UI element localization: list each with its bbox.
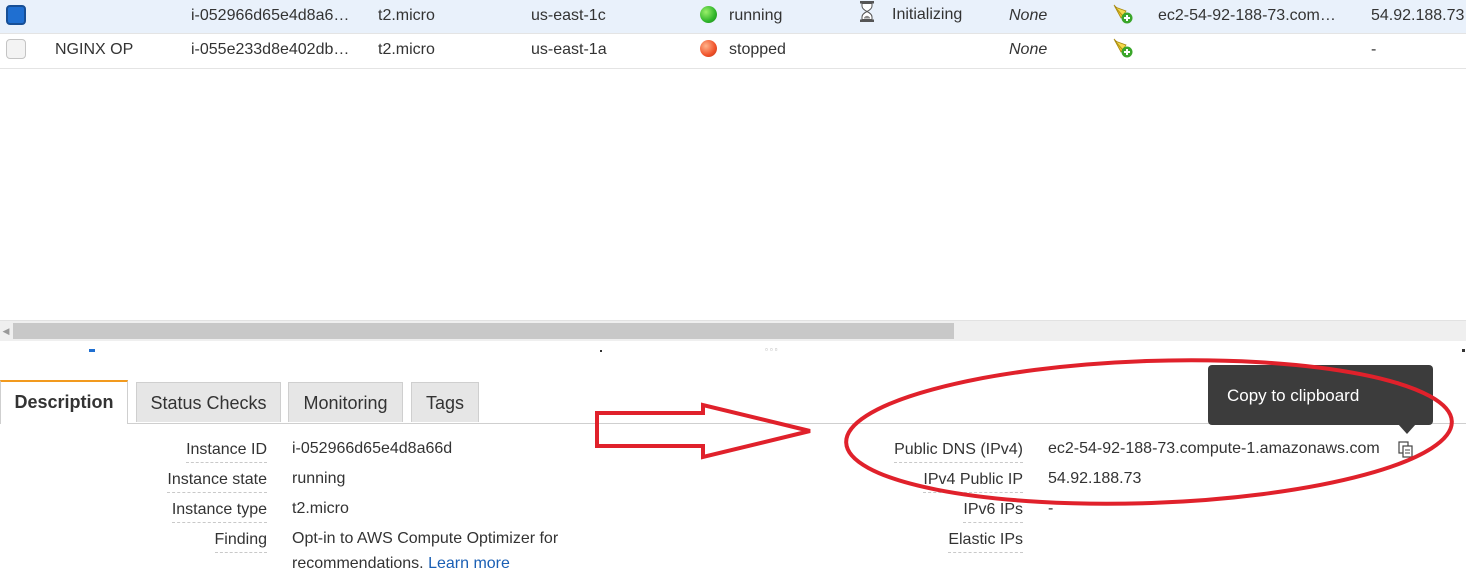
tooltip-pointer	[1398, 424, 1416, 434]
splitter-marker	[600, 350, 602, 352]
public-ip: 54.92.188.73	[1371, 7, 1465, 24]
instance-name: NGINX OP	[55, 41, 134, 58]
tab-monitoring[interactable]: Monitoring	[288, 382, 403, 422]
instance-state: stopped	[729, 41, 786, 58]
instance-id: i-052966d65e4d8a6…	[191, 7, 350, 24]
instance-type-label: Instance type	[171, 501, 267, 523]
running-status-icon	[700, 6, 717, 23]
drag-handle-icon[interactable]: ▫▫▫	[765, 345, 780, 354]
ipv6-ips-value: -	[1048, 500, 1054, 517]
row-checkbox[interactable]	[6, 39, 26, 59]
instance-type-value: t2.micro	[292, 500, 349, 517]
tab-tags[interactable]: Tags	[411, 382, 479, 422]
copy-icon[interactable]	[1398, 441, 1415, 458]
public-dns-value: ec2-54-92-188-73.compute-1.amazonaws.com	[1048, 440, 1380, 457]
table-row[interactable]: NGINX OP i-055e233d8e402db… t2.micro us-…	[0, 34, 1466, 69]
splitter-marker	[1462, 349, 1465, 352]
panel-splitter[interactable]: ▫▫▫	[0, 341, 1466, 355]
availability-zone: us-east-1c	[531, 7, 606, 24]
status-checks: Initializing	[892, 6, 963, 23]
copy-tooltip: Copy to clipboard	[1208, 365, 1433, 434]
instance-id-value: i-052966d65e4d8a66d	[292, 440, 453, 457]
public-ip: -	[1371, 41, 1377, 58]
tooltip-text: Copy to clipboard	[1227, 386, 1360, 405]
stopped-status-icon	[700, 40, 717, 57]
learn-more-link[interactable]: Learn more	[428, 555, 510, 572]
elastic-ips-label: Elastic IPs	[948, 531, 1023, 553]
tab-description[interactable]: Description	[0, 380, 128, 424]
finding-value: Opt-in to AWS Compute Optimizer for	[292, 530, 559, 547]
alarm-status: None	[1009, 41, 1048, 58]
alarm-status: None	[1009, 7, 1048, 24]
horizontal-scrollbar[interactable]: ◀	[0, 320, 1466, 341]
instance-id: i-055e233d8e402db…	[191, 41, 350, 58]
ipv6-ips-label: IPv6 IPs	[963, 501, 1023, 523]
splitter-marker	[89, 349, 95, 352]
instance-state: running	[729, 7, 783, 24]
instance-type: t2.micro	[378, 41, 435, 58]
hourglass-icon	[860, 1, 874, 22]
finding-value-line2: recommendations. Learn more	[292, 555, 510, 573]
tab-status-checks[interactable]: Status Checks	[136, 382, 281, 422]
alarm-add-icon[interactable]	[1112, 3, 1134, 25]
instance-state-label: Instance state	[167, 471, 267, 493]
instance-id-label: Instance ID	[186, 441, 267, 463]
instance-state-value: running	[292, 470, 346, 487]
public-dns-label: Public DNS (IPv4)	[894, 441, 1023, 463]
row-checkbox[interactable]	[6, 5, 26, 25]
table-row[interactable]: i-052966d65e4d8a6… t2.micro us-east-1c r…	[0, 0, 1466, 34]
ipv4-public-ip-label: IPv4 Public IP	[923, 471, 1023, 493]
scroll-left-icon[interactable]: ◀	[0, 321, 12, 341]
ipv4-public-ip-value: 54.92.188.73	[1048, 470, 1142, 487]
finding-text: recommendations.	[292, 555, 424, 572]
instance-type: t2.micro	[378, 7, 435, 24]
alarm-add-icon[interactable]	[1112, 37, 1134, 59]
scrollbar-thumb[interactable]	[13, 323, 954, 339]
finding-label: Finding	[214, 531, 267, 553]
availability-zone: us-east-1a	[531, 41, 607, 58]
public-dns: ec2-54-92-188-73.com…	[1158, 7, 1336, 24]
